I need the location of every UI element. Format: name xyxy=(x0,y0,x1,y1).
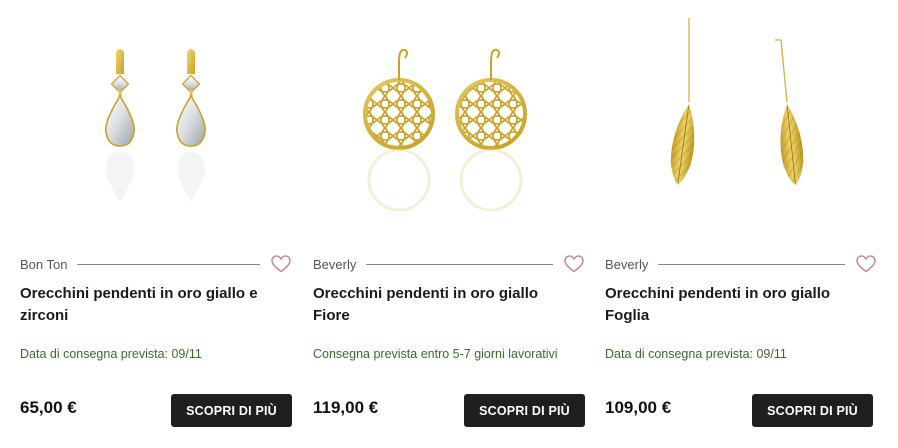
divider xyxy=(658,263,845,265)
brand-row: Beverly xyxy=(605,253,877,275)
discover-more-button[interactable]: SCOPRI DI PIÙ xyxy=(752,394,873,427)
product-price: 65,00 € xyxy=(20,398,77,417)
product-price: 119,00 € xyxy=(313,398,379,417)
product-title[interactable]: Orecchini pendenti in oro giallo e zirco… xyxy=(20,283,270,327)
discover-more-button[interactable]: SCOPRI DI PIÙ xyxy=(171,394,292,427)
product-grid: Bon Ton Orecchini pendenti in oro giallo… xyxy=(0,0,898,448)
divider xyxy=(366,263,553,265)
drop-earrings-image xyxy=(104,49,207,202)
product-image[interactable] xyxy=(605,0,873,238)
product-card: Bon Ton Orecchini pendenti in oro giallo… xyxy=(20,0,292,448)
brand-name[interactable]: Bon Ton xyxy=(20,257,67,272)
wishlist-heart-icon[interactable] xyxy=(563,253,585,275)
wishlist-heart-icon[interactable] xyxy=(855,253,877,275)
discover-more-button[interactable]: SCOPRI DI PIÙ xyxy=(464,394,585,427)
filigree-earrings-image xyxy=(363,48,527,212)
divider xyxy=(77,263,260,265)
brand-row: Bon Ton xyxy=(20,253,292,275)
feather-earrings-image xyxy=(670,18,804,186)
delivery-info: Data di consegna prevista: 09/11 xyxy=(20,347,202,361)
product-title[interactable]: Orecchini pendenti in oro giallo Fiore xyxy=(313,283,573,327)
brand-name[interactable]: Beverly xyxy=(605,257,648,272)
wishlist-heart-icon[interactable] xyxy=(270,253,292,275)
product-price: 109,00 € xyxy=(605,398,672,417)
brand-name[interactable]: Beverly xyxy=(313,257,356,272)
product-card: Beverly Orecchini pendenti in oro giallo… xyxy=(313,0,585,448)
product-title[interactable]: Orecchini pendenti in oro giallo Foglia xyxy=(605,283,855,327)
delivery-info: Data di consegna prevista: 09/11 xyxy=(605,347,787,361)
delivery-info: Consegna prevista entro 5-7 giorni lavor… xyxy=(313,347,558,361)
product-image[interactable] xyxy=(20,0,288,238)
brand-row: Beverly xyxy=(313,253,585,275)
product-image[interactable] xyxy=(313,0,581,238)
product-card: Beverly Orecchini pendenti in oro giallo… xyxy=(605,0,877,448)
